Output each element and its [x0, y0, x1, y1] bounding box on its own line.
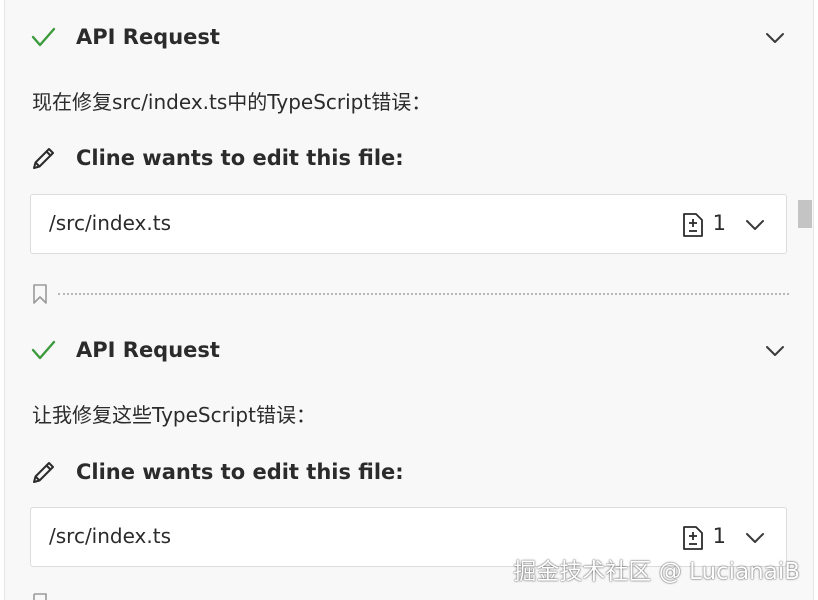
- file-card[interactable]: /src/index.ts 1: [30, 194, 787, 254]
- chevron-down-icon[interactable]: [744, 527, 766, 549]
- bookmark-icon[interactable]: [32, 284, 48, 304]
- check-icon: [31, 27, 56, 47]
- chevron-down-icon[interactable]: [764, 340, 786, 362]
- diff-file-icon: [683, 526, 703, 550]
- checkpoint-divider: [32, 284, 789, 304]
- api-request-header[interactable]: API Request: [30, 332, 788, 368]
- file-path: /src/index.ts: [49, 211, 172, 235]
- diff-count: 1: [712, 524, 726, 548]
- check-icon: [31, 340, 56, 360]
- assistant-message: 现在修复src/index.ts中的TypeScript错误：: [32, 90, 432, 114]
- edit-request-title: Cline wants to edit this file:: [76, 460, 404, 484]
- bookmark-icon[interactable]: [32, 593, 48, 600]
- diff-file-icon: [683, 213, 703, 237]
- diff-count: 1: [712, 211, 726, 235]
- edit-request-row: Cline wants to edit this file:: [30, 141, 404, 175]
- file-path: /src/index.ts: [49, 524, 172, 548]
- chevron-down-icon[interactable]: [764, 27, 786, 49]
- scrollbar-thumb[interactable]: [798, 200, 812, 228]
- pencil-icon: [33, 462, 54, 483]
- pencil-icon: [33, 148, 54, 169]
- dotted-separator: [58, 293, 789, 295]
- watermark: 掘金技术社区 @ LucianaiB: [513, 559, 800, 585]
- api-request-title: API Request: [76, 338, 220, 362]
- api-request-header[interactable]: API Request: [30, 19, 788, 55]
- api-request-title: API Request: [76, 25, 220, 49]
- edit-request-title: Cline wants to edit this file:: [76, 146, 404, 170]
- edit-request-row: Cline wants to edit this file:: [30, 455, 404, 489]
- assistant-message: 让我修复这些TypeScript错误：: [32, 403, 316, 427]
- chevron-down-icon[interactable]: [744, 214, 766, 236]
